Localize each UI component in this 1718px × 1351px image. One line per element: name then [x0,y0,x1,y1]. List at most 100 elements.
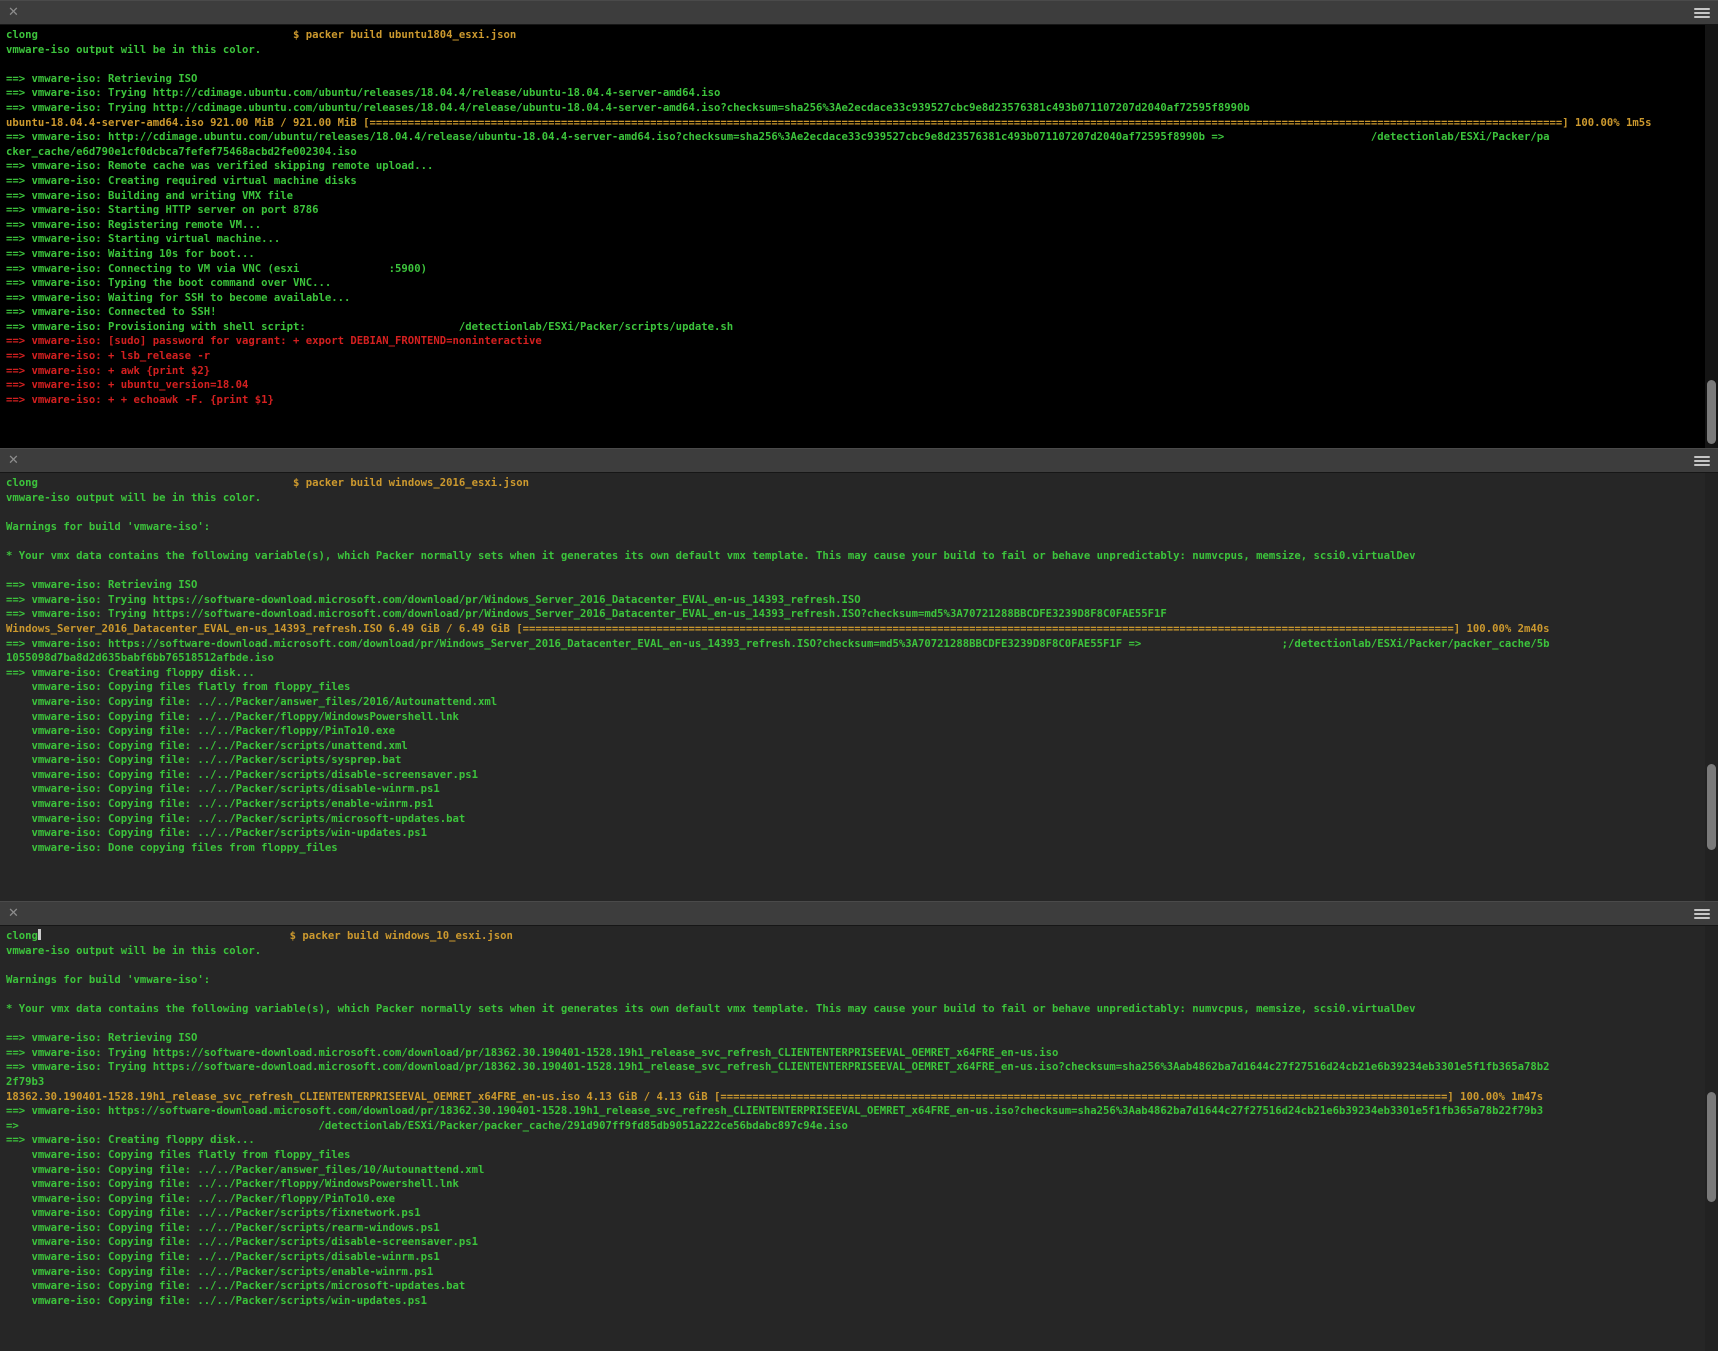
terminal-text-segment: vmware-iso: Copying files flatly from fl… [6,1149,350,1161]
scrollbar-track[interactable] [1705,926,1718,1351]
terminal-output[interactable]: clong $ packer build windows_10_esxi.jso… [0,926,1718,1351]
terminal-line: ==> vmware-iso: Building and writing VMX… [6,189,1702,204]
terminal-line: ubuntu-18.04.4-server-amd64.iso 921.00 M… [6,116,1702,131]
terminal-text-segment: ==> vmware-iso: Starting HTTP server on … [6,204,319,216]
terminal-text-segment: vmware-iso: Copying file: ../../Packer/s… [6,754,401,766]
terminal-text-segment: vmware-iso: Done copying files from flop… [6,842,338,854]
terminal-line: ==> vmware-iso: + + echoawk -F. {print $… [6,393,1702,408]
terminal-text-segment: ==> vmware-iso: Waiting for SSH to becom… [6,292,350,304]
terminal-text-segment: ==> vmware-iso: Retrieving ISO [6,579,197,591]
terminal-text-segment: vmware-iso: Copying file: ../../Packer/s… [6,1266,433,1278]
terminal-line: * Your vmx data contains the following v… [6,549,1702,564]
terminal-text-segment: vmware-iso: Copying file: ../../Packer/s… [6,1251,440,1263]
terminal-text-segment: ==> vmware-iso: Retrieving ISO [6,73,197,85]
terminal-line: ==> vmware-iso: Creating required virtua… [6,174,1702,189]
terminal-line: vmware-iso output will be in this color. [6,944,1702,959]
pane-titlebar[interactable]: ✕ [0,901,1718,926]
terminal-line: ==> vmware-iso: Waiting 10s for boot... [6,247,1702,262]
terminal-text-segment: ==> vmware-iso: Trying http://cdimage.ub… [6,102,1250,114]
terminal-line: vmware-iso: Copying file: ../../Packer/a… [6,1163,1702,1178]
terminal-text-segment: ==> vmware-iso: Typing the boot command … [6,277,331,289]
terminal-text-segment: clong [6,477,38,489]
terminal-text-segment: vmware-iso: Copying file: ../../Packer/s… [6,783,440,795]
terminal-text-segment: $ packer build windows_2016_esxi.json [38,477,529,489]
terminal-line: vmware-iso: Copying file: ../../Packer/a… [6,695,1702,710]
terminal-line: vmware-iso: Copying files flatly from fl… [6,1148,1702,1163]
scrollbar-track[interactable] [1705,473,1718,901]
terminal-text-segment: * Your vmx data contains the following v… [6,550,1416,562]
terminal-line [6,564,1702,579]
terminal-line [6,987,1702,1002]
pane-titlebar[interactable]: ✕ [0,448,1718,473]
terminal-line: vmware-iso output will be in this color. [6,491,1702,506]
terminal-line: vmware-iso: Copying file: ../../Packer/s… [6,1221,1702,1236]
terminal-text-segment: vmware-iso: Copying file: ../../Packer/f… [6,1193,395,1205]
terminal-line [6,958,1702,973]
terminal-text-segment: ==> vmware-iso: Connecting to VM via VNC… [6,263,427,275]
windows10-build-terminal: ✕ clong $ packer build windows_10_esxi.js… [0,901,1718,1351]
terminal-text-segment: cker_cache/e6d790e1cf0dcbca7fefef75468ac… [6,146,357,158]
terminal-line [6,1017,1702,1032]
terminal-text-segment: $ packer build windows_10_esxi.json [41,930,513,942]
terminal-line: ==> vmware-iso: Connecting to VM via VNC… [6,262,1702,277]
terminal-text-segment: ==> vmware-iso: Creating floppy disk... [6,667,255,679]
terminal-line: => /detectionlab/ESXi/Packer/packer_cach… [6,1119,1702,1134]
terminal-line: ==> vmware-iso: Trying https://software-… [6,607,1702,622]
terminal-line: vmware-iso: Done copying files from flop… [6,841,1702,856]
terminal-line: ==> vmware-iso: Trying http://cdimage.ub… [6,86,1702,101]
terminal-text-segment: ==> vmware-iso: Remote cache was verifie… [6,160,433,172]
terminal-text-segment: Windows_Server_2016_Datacenter_EVAL_en-u… [6,623,1549,635]
terminal-line: vmware-iso: Copying file: ../../Packer/s… [6,1265,1702,1280]
terminal-text-segment: vmware-iso output will be in this color. [6,44,261,56]
hamburger-menu-icon[interactable] [1694,456,1710,466]
terminal-line: vmware-iso: Copying file: ../../Packer/f… [6,1192,1702,1207]
terminal-text-segment: ==> vmware-iso: Creating required virtua… [6,175,357,187]
terminal-line: vmware-iso output will be in this color. [6,43,1702,58]
close-icon[interactable]: ✕ [8,6,19,19]
terminal-line: ==> vmware-iso: Provisioning with shell … [6,320,1702,335]
terminal-text-segment: vmware-iso: Copying file: ../../Packer/s… [6,1222,440,1234]
scrollbar-thumb[interactable] [1707,1092,1716,1203]
terminal-line: vmware-iso: Copying file: ../../Packer/f… [6,710,1702,725]
terminal-line: ==> vmware-iso: Starting virtual machine… [6,232,1702,247]
terminal-text-segment: vmware-iso: Copying file: ../../Packer/s… [6,813,465,825]
terminal-output[interactable]: clong $ packer build windows_2016_esxi.j… [0,473,1718,901]
terminal-line [6,505,1702,520]
terminal-line: ==> vmware-iso: Retrieving ISO [6,1031,1702,1046]
terminal-line: ==> vmware-iso: Trying https://software-… [6,593,1702,608]
terminal-text-segment: ==> vmware-iso: Connected to SSH! [6,306,216,318]
close-icon[interactable]: ✕ [8,454,19,467]
scrollbar-thumb[interactable] [1707,764,1716,850]
terminal-line: clong $ packer build windows_2016_esxi.j… [6,476,1702,491]
terminal-text-segment: 1055098d7ba8d2d635babf6bb76518512afbde.i… [6,652,274,664]
terminal-text-segment: * Your vmx data contains the following v… [6,1003,1416,1015]
scrollbar-thumb[interactable] [1707,380,1716,443]
terminal-line: vmware-iso: Copying file: ../../Packer/f… [6,724,1702,739]
terminal-line: * Your vmx data contains the following v… [6,1002,1702,1017]
terminal-text-segment: vmware-iso: Copying file: ../../Packer/s… [6,827,427,839]
terminal-line: ==> vmware-iso: Typing the boot command … [6,276,1702,291]
terminal-line: ==> vmware-iso: Creating floppy disk... [6,1133,1702,1148]
terminal-line: ==> vmware-iso: http://cdimage.ubuntu.co… [6,130,1702,145]
hamburger-menu-icon[interactable] [1694,8,1710,18]
terminal-text-segment: ==> vmware-iso: https://software-downloa… [6,638,1549,650]
pane-titlebar[interactable]: ✕ [0,0,1718,25]
terminal-output[interactable]: clong $ packer build ubuntu1804_esxi.jso… [0,25,1718,448]
terminal-text-segment: 18362.30.190401-1528.19h1_release_svc_re… [6,1091,1543,1103]
terminal-text-segment: ==> vmware-iso: + lsb_release -r [6,350,210,362]
close-icon[interactable]: ✕ [8,907,19,920]
terminal-line: Warnings for build 'vmware-iso': [6,973,1702,988]
terminal-text-segment: vmware-iso: Copying file: ../../Packer/s… [6,740,408,752]
terminal-text-segment: vmware-iso: Copying file: ../../Packer/f… [6,1178,459,1190]
terminal-line: vmware-iso: Copying file: ../../Packer/s… [6,1235,1702,1250]
terminal-text-segment: ubuntu-18.04.4-server-amd64.iso 921.00 M… [6,117,1652,129]
scrollbar-track[interactable] [1705,25,1718,448]
hamburger-menu-icon[interactable] [1694,909,1710,919]
terminal-line: ==> vmware-iso: + awk {print $2} [6,364,1702,379]
terminal-line: vmware-iso: Copying file: ../../Packer/s… [6,768,1702,783]
terminal-text-segment: vmware-iso: Copying file: ../../Packer/s… [6,1207,421,1219]
terminal-text-segment: 2f79b3 [6,1076,44,1088]
terminal-text-segment: ==> vmware-iso: Waiting 10s for boot... [6,248,255,260]
terminal-text-segment: clong [6,930,38,942]
terminal-line: ==> vmware-iso: Trying https://software-… [6,1060,1702,1075]
